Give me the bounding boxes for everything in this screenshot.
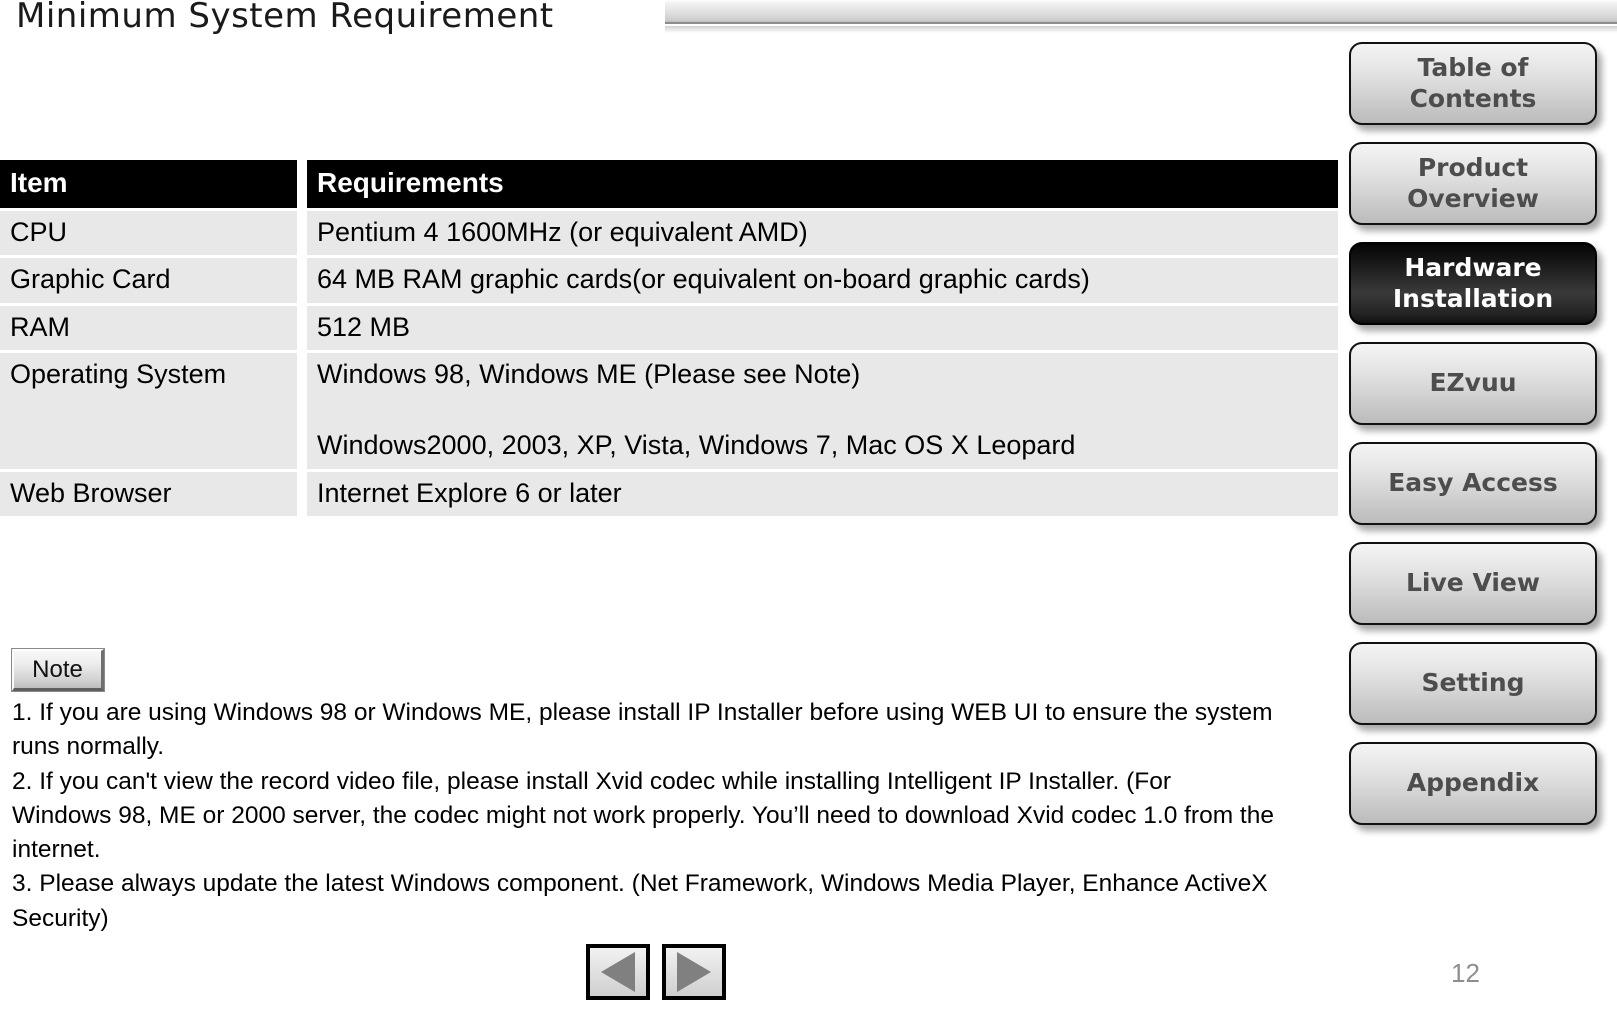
system-requirements-table: Item Requirements CPU Pentium 4 1600MHz … (0, 160, 1338, 520)
triangle-right-icon (677, 952, 711, 992)
sidebar-item-table-of-contents[interactable]: Table of Contents (1349, 42, 1597, 125)
sidebar-item-product-overview[interactable]: Product Overview (1349, 142, 1597, 225)
requirement-spacer (317, 392, 1328, 428)
requirement-line: 512 MB (317, 311, 411, 342)
row-item-operating-system: Operating System (0, 353, 307, 472)
row-requirement-web-browser: Internet Explore 6 or later (307, 471, 1338, 520)
sidebar-item-label: Setting (1421, 668, 1525, 698)
row-item-web-browser: Web Browser (0, 471, 307, 520)
triangle-left-icon (601, 952, 635, 992)
sidebar-item-label: Easy Access (1388, 468, 1558, 498)
sidebar-item-label: Table of Contents (1409, 53, 1537, 113)
requirement-line: 64 MB RAM graphic cards(or equivalent on… (317, 264, 1090, 295)
sidebar-item-label: Live View (1406, 568, 1540, 598)
row-item-graphic-card: Graphic Card (0, 258, 307, 306)
row-requirement-operating-system: Windows 98, Windows ME (Please see Note)… (307, 353, 1338, 472)
requirement-line: Windows 98, Windows ME (Please see Note) (317, 359, 861, 390)
note-badge: Note (11, 648, 105, 692)
note-item-1: 1. If you are using Windows 98 or Window… (12, 699, 1273, 761)
sidebar-item-label: Appendix (1406, 768, 1540, 798)
row-item-cpu: CPU (0, 210, 307, 259)
sidebar-item-live-view[interactable]: Live View (1349, 542, 1597, 625)
table-row: CPU Pentium 4 1600MHz (or equivalent AMD… (0, 210, 1338, 259)
row-requirement-cpu: Pentium 4 1600MHz (or equivalent AMD) (307, 210, 1338, 259)
table-header-item: Item (0, 160, 307, 211)
note-text-block: 1. If you are using Windows 98 or Window… (12, 696, 1277, 936)
sidebar-navigation: Table of Contents Product Overview Hardw… (1349, 42, 1597, 825)
top-banner-shadow (665, 26, 1617, 33)
page-title: Minimum System Requirement (16, 0, 554, 36)
requirement-line-secondary: Windows2000, 2003, XP, Vista, Windows 7,… (317, 430, 1076, 461)
table-row: Graphic Card 64 MB RAM graphic cards(or … (0, 258, 1338, 306)
next-page-button[interactable] (662, 944, 726, 1000)
sidebar-item-appendix[interactable]: Appendix (1349, 742, 1597, 825)
row-requirement-ram: 512 MB (307, 305, 1338, 354)
row-item-ram: RAM (0, 305, 307, 354)
table-header-row: Item Requirements (0, 160, 1338, 211)
requirement-line: Internet Explore 6 or later (317, 477, 622, 508)
table-row: RAM 512 MB (0, 305, 1338, 354)
sidebar-item-setting[interactable]: Setting (1349, 642, 1597, 725)
sidebar-item-label: Hardware Installation (1392, 253, 1554, 313)
requirement-line: Pentium 4 1600MHz (or equivalent AMD) (317, 216, 808, 247)
sidebar-item-label: EZvuu (1429, 368, 1517, 398)
sidebar-item-ezvuu[interactable]: EZvuu (1349, 342, 1597, 425)
page-number: 12 (1451, 958, 1480, 988)
sidebar-item-hardware-installation[interactable]: Hardware Installation (1349, 242, 1597, 325)
previous-page-button[interactable] (586, 944, 650, 1000)
page-navigation (586, 944, 726, 1000)
row-requirement-graphic-card: 64 MB RAM graphic cards(or equivalent on… (307, 258, 1338, 306)
sidebar-item-label: Product Overview (1407, 153, 1539, 213)
table-row: Web Browser Internet Explore 6 or later (0, 471, 1338, 520)
sidebar-item-easy-access[interactable]: Easy Access (1349, 442, 1597, 525)
table-header-requirements: Requirements (307, 160, 1338, 211)
note-item-3: 3. Please always update the latest Windo… (12, 870, 1268, 932)
top-banner-bar (665, 0, 1617, 24)
table-row: Operating System Windows 98, Windows ME … (0, 353, 1338, 472)
note-item-2: 2. If you can't view the record video fi… (12, 767, 1274, 864)
